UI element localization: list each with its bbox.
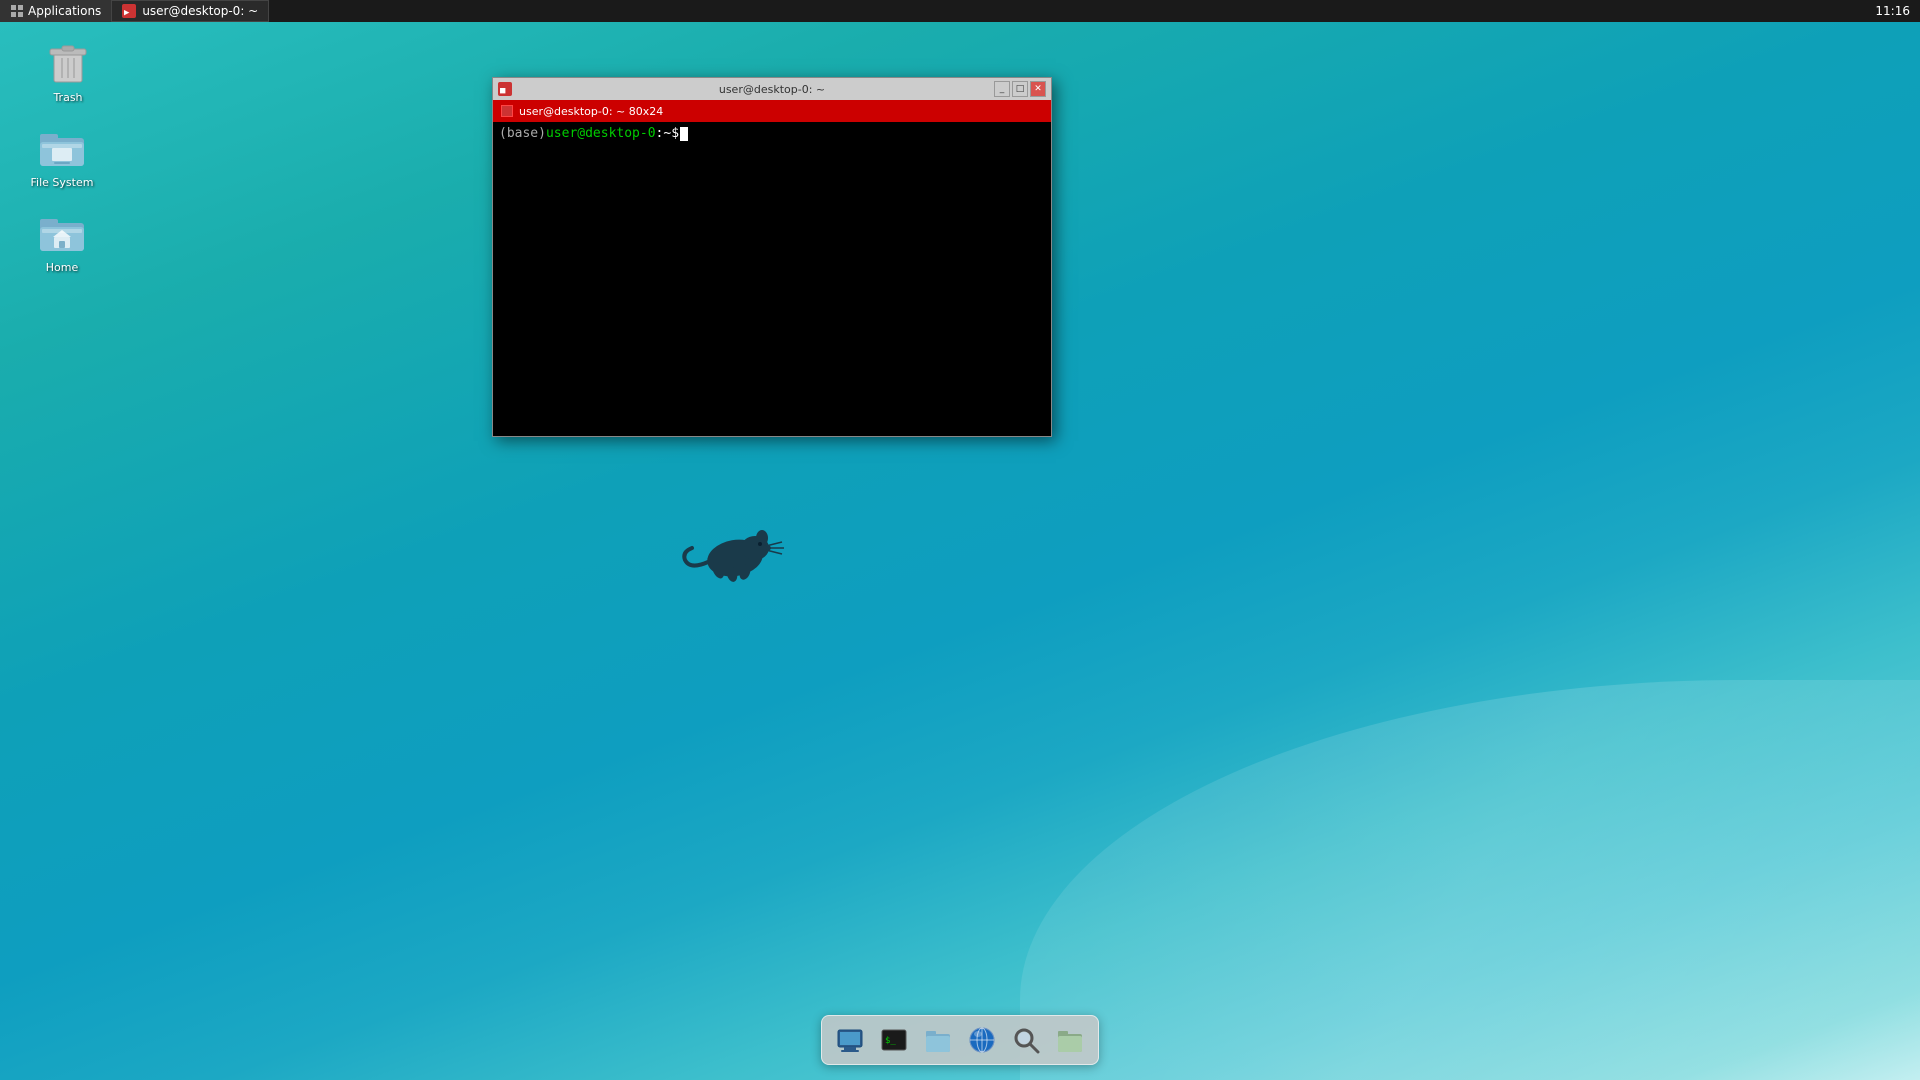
terminal-cursor bbox=[680, 127, 688, 141]
dock-item-terminal[interactable]: $_ bbox=[874, 1020, 914, 1060]
dock-folder-icon bbox=[1056, 1026, 1084, 1054]
dock-item-show-desktop[interactable] bbox=[830, 1020, 870, 1060]
terminal-body[interactable]: (base) user@desktop-0 :~$ bbox=[493, 122, 1051, 436]
terminal-titlebar: ■ user@desktop-0: ~ _ □ ✕ bbox=[493, 78, 1051, 100]
applications-label: Applications bbox=[28, 4, 101, 18]
rat-mascot bbox=[680, 510, 790, 590]
terminal-tab[interactable]: user@desktop-0: ~ 80x24 bbox=[493, 100, 1051, 122]
close-button[interactable]: ✕ bbox=[1030, 81, 1046, 97]
prompt-user: user@desktop-0 bbox=[546, 126, 656, 141]
dock-terminal-icon: $_ bbox=[880, 1026, 908, 1054]
terminal-window: ■ user@desktop-0: ~ _ □ ✕ user@desktop-0… bbox=[492, 77, 1052, 437]
apps-icon bbox=[10, 4, 24, 18]
svg-text:▶: ▶ bbox=[124, 8, 130, 18]
taskbar-bottom: $_ bbox=[821, 1015, 1099, 1065]
trash-label: Trash bbox=[53, 91, 82, 104]
window-buttons: _ □ ✕ bbox=[994, 81, 1046, 97]
dock-item-files[interactable] bbox=[918, 1020, 958, 1060]
taskbar-terminal-task[interactable]: ▶ user@desktop-0: ~ bbox=[111, 0, 269, 22]
maximize-button[interactable]: □ bbox=[1012, 81, 1028, 97]
trash-icon bbox=[44, 40, 92, 88]
filesystem-icon bbox=[38, 125, 86, 173]
desktop-icon-filesystem[interactable]: File System bbox=[22, 125, 102, 189]
minimize-button[interactable]: _ bbox=[994, 81, 1010, 97]
terminal-task-icon: ▶ bbox=[122, 4, 136, 18]
prompt-base: (base) bbox=[499, 126, 546, 141]
show-desktop-icon bbox=[836, 1026, 864, 1054]
dock-search-icon bbox=[1012, 1026, 1040, 1054]
dock-files-icon bbox=[924, 1026, 952, 1054]
terminal-app-icon: ■ bbox=[498, 82, 512, 96]
terminal-task-label: user@desktop-0: ~ bbox=[142, 4, 258, 18]
bg-decoration bbox=[1020, 680, 1920, 1080]
home-icon bbox=[38, 210, 86, 258]
desktop-icon-home[interactable]: Home bbox=[22, 210, 102, 274]
applications-menu[interactable]: Applications bbox=[0, 0, 111, 22]
dock-item-browser[interactable] bbox=[962, 1020, 1002, 1060]
svg-text:$_: $_ bbox=[885, 1036, 896, 1046]
terminal-tab-title: user@desktop-0: ~ 80x24 bbox=[519, 105, 663, 118]
dock-item-search[interactable] bbox=[1006, 1020, 1046, 1060]
svg-text:■: ■ bbox=[500, 86, 506, 96]
terminal-prompt-line: (base) user@desktop-0 :~$ bbox=[499, 126, 1045, 141]
dock-browser-icon bbox=[968, 1026, 996, 1054]
prompt-path: :~$ bbox=[656, 126, 679, 141]
home-label: Home bbox=[46, 261, 78, 274]
desktop-icon-trash[interactable]: Trash bbox=[28, 40, 108, 104]
taskbar-top: Applications ▶ user@desktop-0: ~ 11:16 bbox=[0, 0, 1920, 22]
dock-item-folder[interactable] bbox=[1050, 1020, 1090, 1060]
filesystem-label: File System bbox=[31, 176, 94, 189]
terminal-title: user@desktop-0: ~ bbox=[719, 83, 825, 96]
system-clock: 11:16 bbox=[1875, 4, 1910, 18]
terminal-tab-icon bbox=[501, 105, 513, 117]
